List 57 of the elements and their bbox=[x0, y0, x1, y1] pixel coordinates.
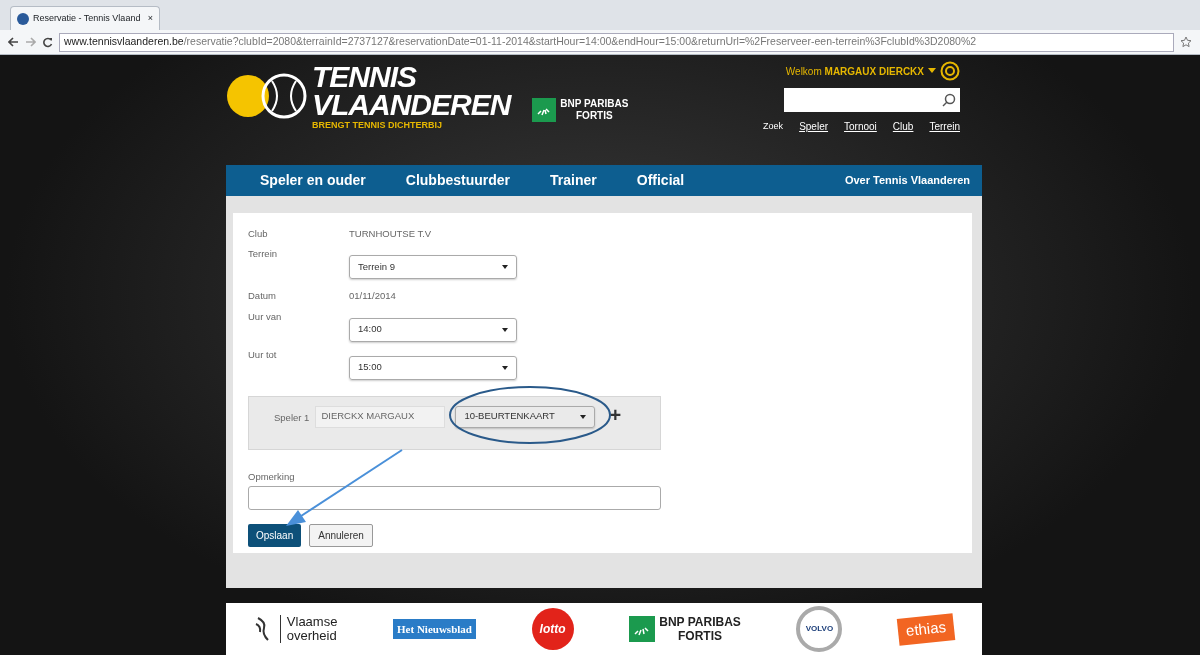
select-field[interactable]: Terrein 9 bbox=[349, 255, 517, 280]
tennis-balls-logo-icon bbox=[226, 73, 308, 119]
select-field[interactable]: 14:00 bbox=[349, 317, 517, 342]
field-label: Uur tot bbox=[248, 347, 278, 362]
field-value: TURNHOUTSE T.V bbox=[349, 227, 432, 241]
field-value: 01/11/2014 bbox=[349, 289, 396, 304]
field-label: Uur van bbox=[248, 309, 283, 324]
logo-text: Het Nieuwsblad bbox=[393, 618, 476, 640]
logo-text: Vlaamse overheid bbox=[279, 615, 338, 643]
remark-field[interactable] bbox=[248, 485, 661, 510]
nav-link[interactable]: Over Tennis Vlaanderen bbox=[844, 172, 970, 189]
nav-link[interactable]: Official bbox=[636, 170, 685, 191]
logo-text: VOLVO bbox=[796, 606, 843, 652]
caret-icon bbox=[502, 327, 508, 332]
nav-link[interactable]: Trainer bbox=[550, 170, 597, 191]
player-name-field[interactable]: DIERCKX MARGAUX bbox=[315, 405, 446, 428]
bnp-stars-icon bbox=[629, 616, 656, 642]
caret-icon[interactable] bbox=[928, 68, 936, 74]
back-arrow-icon[interactable] bbox=[8, 37, 19, 47]
logo-text: TENNIS VLAANDEREN bbox=[312, 63, 511, 119]
caret-icon bbox=[502, 365, 508, 370]
browser-tab[interactable]: Reservatie - Tennis Vlaand × bbox=[10, 6, 160, 30]
address-bar[interactable]: www.tennisvlaanderen.be/reservatie?clubId=2080&terrainId=2737127&reservationDate=01-11-2014&startHour=14:00&endHour=15:00&returnUrl=%2Freserveer-een-terrein%3FclubId%3D2080%2 bbox=[59, 32, 1174, 52]
sponsor-text: BNP PARIBAS FORTIS bbox=[560, 98, 629, 122]
field-label: Terrein bbox=[248, 247, 279, 262]
ticket-select[interactable]: 10-BEURTENKAART bbox=[455, 405, 596, 428]
player-label: Speler 1 bbox=[274, 410, 310, 425]
search-link[interactable]: Terrein bbox=[929, 119, 960, 134]
field-label: Club bbox=[248, 227, 269, 241]
site-icon bbox=[17, 12, 29, 25]
tagline: BRENGT TENNIS DICHTERBIJ bbox=[312, 119, 443, 132]
welcome-text: Welkom MARGAUX DIERCKX bbox=[785, 64, 924, 79]
search-field[interactable] bbox=[784, 88, 960, 112]
cancel-button[interactable]: Annuleren bbox=[309, 523, 373, 547]
bnp-stars-icon bbox=[532, 98, 557, 122]
logo-text: ethias bbox=[896, 612, 956, 646]
search-link[interactable]: Tornooi bbox=[844, 119, 877, 134]
search-link[interactable]: Speler bbox=[799, 119, 829, 134]
search-icon[interactable] bbox=[942, 93, 956, 107]
save-button[interactable]: Opslaan bbox=[248, 523, 302, 547]
select-field[interactable]: 15:00 bbox=[349, 355, 517, 380]
remark-label: Opmerking bbox=[248, 469, 296, 484]
add-player-button[interactable]: + bbox=[609, 405, 622, 424]
search-label: Zoek bbox=[763, 119, 784, 133]
nav-link[interactable]: Clubbestuurder bbox=[405, 170, 511, 191]
close-tab-button[interactable]: × bbox=[147, 11, 153, 26]
logo-text: BNP PARIBAS FORTIS bbox=[659, 615, 741, 643]
tab-title: Reservatie - Tennis Vlaand bbox=[33, 11, 141, 25]
reload-icon[interactable] bbox=[42, 36, 53, 48]
nav-link[interactable]: Speler en ouder bbox=[260, 170, 366, 191]
search-link[interactable]: Club bbox=[892, 119, 914, 134]
star-icon[interactable] bbox=[1180, 36, 1192, 48]
user-ring-icon[interactable] bbox=[940, 61, 960, 81]
caret-icon bbox=[502, 265, 508, 270]
logo-text: lotto bbox=[531, 608, 574, 650]
field-label: Datum bbox=[248, 289, 277, 304]
caret-icon bbox=[580, 414, 587, 419]
